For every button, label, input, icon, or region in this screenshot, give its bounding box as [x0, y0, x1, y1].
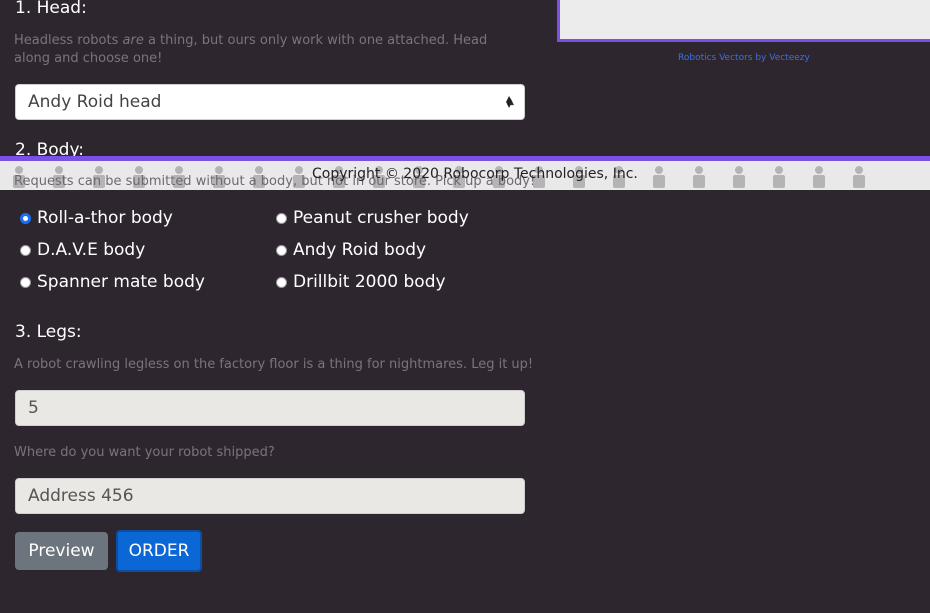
radio-icon[interactable] [20, 276, 31, 288]
body-option-label: Peanut crusher body [293, 208, 469, 228]
body-option-spanner-mate[interactable]: Spanner mate body [20, 272, 205, 292]
head-help-text-1: Headless robots [14, 33, 123, 48]
body-option-label: Andy Roid body [293, 240, 427, 260]
head-help-emphasis: are [122, 33, 144, 48]
body-option-dave[interactable]: D.A.V.E body [20, 240, 145, 260]
radio-icon[interactable] [276, 276, 287, 288]
address-help: Where do you want your robot shipped? [14, 445, 275, 460]
robot-icon [770, 166, 788, 190]
body-option-andy-roid[interactable]: Andy Roid body [276, 240, 426, 260]
robot-icon [810, 166, 828, 190]
radio-icon[interactable] [276, 244, 287, 256]
body-option-label: Spanner mate body [37, 272, 205, 292]
credit-link[interactable]: Robotics Vectors by Vecteezy [678, 53, 810, 63]
head-select[interactable]: Andy Roid head ▲ [15, 84, 525, 120]
legs-input[interactable]: 5 [15, 390, 525, 426]
body-option-peanut-crusher[interactable]: Peanut crusher body [276, 208, 469, 228]
head-select-value: Andy Roid head [28, 92, 162, 112]
head-title: 1. Head: [15, 0, 87, 18]
preview-button[interactable]: Preview [15, 532, 108, 570]
legs-title: 3. Legs: [15, 322, 82, 342]
body-option-label: D.A.V.E body [37, 240, 146, 260]
legs-help: A robot crawling legless on the factory … [14, 357, 534, 372]
radio-checked-icon[interactable] [20, 212, 31, 224]
head-help: Headless robots are a thing, but ours on… [14, 32, 524, 68]
robot-preview-image [557, 0, 930, 42]
robot-icon [690, 166, 708, 190]
body-option-label: Drillbit 2000 body [293, 272, 446, 292]
radio-icon[interactable] [276, 212, 287, 224]
order-button[interactable]: ORDER [116, 530, 202, 572]
robot-icon [730, 166, 748, 190]
body-option-drillbit-2000[interactable]: Drillbit 2000 body [276, 272, 446, 292]
select-updown-icon: ▲ ▼ [506, 94, 513, 109]
robot-icon [850, 166, 868, 190]
radio-icon[interactable] [20, 244, 31, 256]
robot-icon [650, 166, 668, 190]
address-input[interactable]: Address 456 [15, 478, 525, 514]
body-option-label: Roll-a-thor body [37, 208, 173, 228]
body-option-roll-a-thor[interactable]: Roll-a-thor body [20, 208, 173, 228]
footer-copyright: Copyright © 2020 Robocorp Technologies, … [312, 166, 638, 182]
